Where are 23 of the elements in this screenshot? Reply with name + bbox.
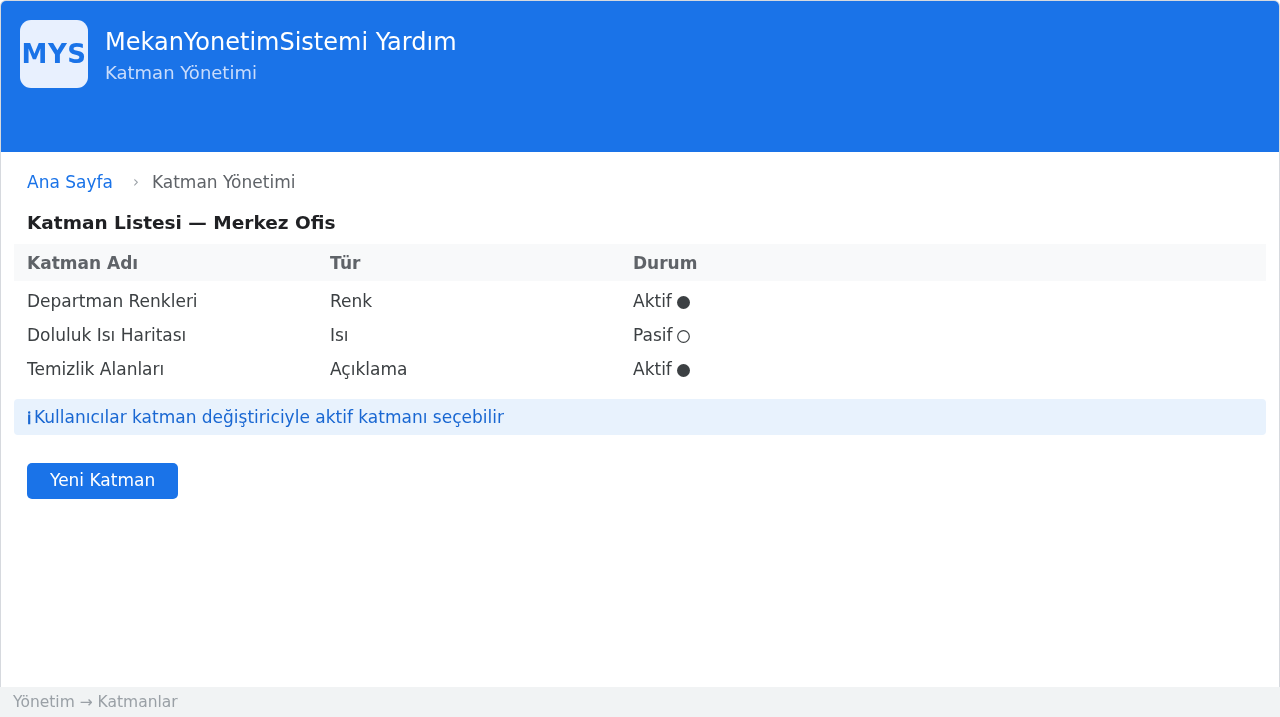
page-subtitle: Katman Yönetimi	[105, 61, 258, 85]
breadcrumb-current: Katman Yönetimi	[151, 172, 296, 192]
info-text: Kullanıcılar katman değiştiriciyle aktif katmanı seçebilir	[34, 407, 504, 427]
app-title: MekanYonetimSistemi Yardım	[105, 27, 457, 58]
breadcrumb-separator: ›	[132, 173, 139, 191]
table-cell-text: Doluluk Isı Haritası	[26, 325, 187, 345]
table-cell-text: Temizlik Alanları	[26, 359, 165, 379]
new-layer-button[interactable]: Yeni Katman	[27, 463, 179, 499]
status-text: Aktif	[633, 291, 672, 311]
column-header: Durum	[632, 252, 699, 273]
breadcrumb-link[interactable]: Ana Sayfa	[27, 172, 113, 192]
table-cell-text: Renk	[329, 291, 373, 311]
table-cell-text: Açıklama	[329, 359, 408, 379]
status-path: Yönetim → Katmanlar	[13, 693, 178, 711]
column-header: Tür	[329, 252, 362, 273]
status-text: Aktif	[633, 359, 672, 379]
table-cell-text: Departman Renkleri	[26, 291, 198, 311]
column-header: Katman Adı	[26, 252, 140, 273]
table-cell-text: Isı	[329, 325, 349, 345]
info-icon: ℹ	[27, 405, 31, 429]
status-text: Pasif	[633, 325, 673, 345]
logo: MYS	[20, 20, 88, 88]
section-title: Katman Listesi — Merkez Ofis	[26, 211, 337, 235]
